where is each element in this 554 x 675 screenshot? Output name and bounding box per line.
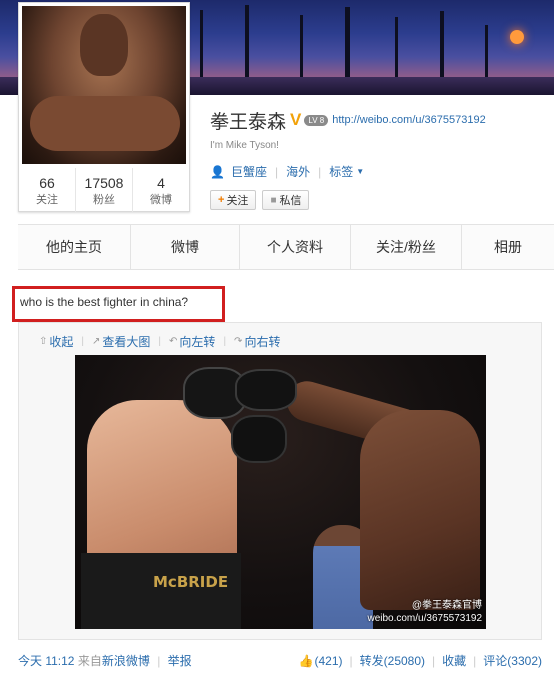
message-label: 私信 xyxy=(279,195,302,207)
stat-followers[interactable]: 17508 粉丝 xyxy=(76,168,133,212)
rotate-left-button[interactable]: ↶ 向左转 xyxy=(169,333,215,350)
message-icon: ■ xyxy=(270,194,277,206)
stat-num: 17508 xyxy=(84,175,124,191)
stat-label: 微博 xyxy=(150,194,172,206)
tag-zodiac[interactable]: 巨蟹座 xyxy=(231,163,267,180)
like-button[interactable]: 👍(421) xyxy=(299,654,343,668)
post-source[interactable]: 新浪微博 xyxy=(102,654,150,668)
chevron-down-icon[interactable]: ▼ xyxy=(356,167,364,176)
post-footer: 今天 11:12 来自新浪微博 | 举报 👍(421) | 转发(25080) … xyxy=(18,652,542,669)
stat-num: 66 xyxy=(39,175,55,191)
photo-trunks-text: McBRIDE xyxy=(153,573,229,591)
message-button[interactable]: ■ 私信 xyxy=(262,190,310,210)
rotate-left-label: 向左转 xyxy=(179,335,216,349)
watermark-handle: @拳王泰森官博 xyxy=(411,600,482,611)
like-count: (421) xyxy=(314,653,343,668)
profile-actions: + 关注 ■ 私信 xyxy=(210,190,310,210)
view-large-label: 查看大图 xyxy=(102,335,151,349)
post-meta: 今天 11:12 来自新浪微博 | 举报 xyxy=(18,652,192,669)
divider: | xyxy=(274,164,279,179)
profile-name: 拳王泰森 xyxy=(210,111,287,133)
avatar-card: 66 关注 17508 粉丝 4 微博 xyxy=(18,2,190,212)
rotate-right-button[interactable]: ↷ 向右转 xyxy=(234,333,280,350)
repost-button[interactable]: 转发(25080) xyxy=(360,652,425,669)
avatar-arms xyxy=(30,96,180,151)
stat-num: 4 xyxy=(157,175,165,191)
divider: | xyxy=(318,164,322,179)
profile-tabs: 他的主页 微博 个人资料 关注/粉丝 相册 xyxy=(18,224,554,270)
profile-name-row: 拳王泰森 V LV 8 http://weibo.com/u/367557319… xyxy=(210,107,486,133)
follow-label: 关注 xyxy=(226,195,249,207)
from-label: 来自 xyxy=(77,654,102,668)
tag-labels[interactable]: 标签 xyxy=(329,163,353,180)
external-link-icon: ↗ xyxy=(92,336,101,347)
report-link[interactable]: 举报 xyxy=(168,654,192,668)
follow-button[interactable]: + 关注 xyxy=(210,190,257,210)
thumbs-up-icon: 👍 xyxy=(298,653,314,668)
photo-glove xyxy=(231,415,287,463)
divider: | xyxy=(473,653,477,668)
tab-home[interactable]: 他的主页 xyxy=(18,225,131,269)
photo-glove xyxy=(235,369,297,411)
level-badge[interactable]: LV 8 xyxy=(304,114,329,126)
tab-album[interactable]: 相册 xyxy=(462,225,554,269)
watermark-url: weibo.com/u/3675573192 xyxy=(367,613,482,624)
rotate-right-label: 向右转 xyxy=(244,335,281,349)
image-tools: ⇧ 收起 | ↗ 查看大图 | ↶ 向左转 | ↷ 向右转 xyxy=(39,333,280,350)
profile-bio: I'm Mike Tyson! xyxy=(210,140,279,151)
post-photo[interactable]: McBRIDE @拳王泰森官博 weibo.com/u/3675573192 xyxy=(75,355,486,629)
collapse-button[interactable]: ⇧ 收起 xyxy=(39,333,73,350)
tab-profile-info[interactable]: 个人资料 xyxy=(240,225,351,269)
divider: | xyxy=(158,336,162,347)
profile-url[interactable]: http://weibo.com/u/3675573192 xyxy=(332,114,486,126)
divider: | xyxy=(81,336,85,347)
post-time[interactable]: 今天 11:12 xyxy=(18,654,74,668)
collapse-label: 收起 xyxy=(49,335,74,349)
plus-icon: + xyxy=(218,194,225,206)
avatar[interactable] xyxy=(22,6,186,164)
stat-posts[interactable]: 4 微博 xyxy=(133,168,189,212)
photo-trunks: McBRIDE xyxy=(81,553,241,629)
rotate-left-icon: ↶ xyxy=(169,336,178,347)
post-text: who is the best fighter in china? xyxy=(12,286,225,322)
divider: | xyxy=(349,653,353,668)
person-icon: 👤 xyxy=(210,164,225,179)
arrow-up-icon: ⇧ xyxy=(39,336,48,347)
tag-location[interactable]: 海外 xyxy=(286,163,310,180)
post-actions: 👍(421) | 转发(25080) | 收藏 | 评论(3302) xyxy=(299,652,542,669)
divider: | xyxy=(223,336,227,347)
photo-fighter-right xyxy=(360,410,480,610)
favorite-button[interactable]: 收藏 xyxy=(442,652,466,669)
tab-follow-fans[interactable]: 关注/粉丝 xyxy=(351,225,462,269)
profile-tags-row: 👤 巨蟹座 | 海外 | 标签 ▼ xyxy=(210,163,364,180)
verified-icon[interactable]: V xyxy=(290,110,301,130)
post-media-box: ⇧ 收起 | ↗ 查看大图 | ↶ 向左转 | ↷ 向右转 McBRIDE @拳… xyxy=(18,322,542,640)
stat-label: 关注 xyxy=(36,194,58,206)
stat-following[interactable]: 66 关注 xyxy=(19,168,76,212)
cover-sun xyxy=(510,30,524,44)
photo-watermark: @拳王泰森官博 weibo.com/u/3675573192 xyxy=(367,599,482,625)
divider: | xyxy=(157,654,161,668)
tab-weibo[interactable]: 微博 xyxy=(131,225,240,269)
divider: | xyxy=(432,653,436,668)
rotate-right-icon: ↷ xyxy=(234,336,243,347)
profile-stats: 66 关注 17508 粉丝 4 微博 xyxy=(19,168,189,212)
comment-button[interactable]: 评论(3302) xyxy=(483,652,542,669)
avatar-head xyxy=(80,14,128,76)
stat-label: 粉丝 xyxy=(93,194,115,206)
view-large-button[interactable]: ↗ 查看大图 xyxy=(92,333,150,350)
